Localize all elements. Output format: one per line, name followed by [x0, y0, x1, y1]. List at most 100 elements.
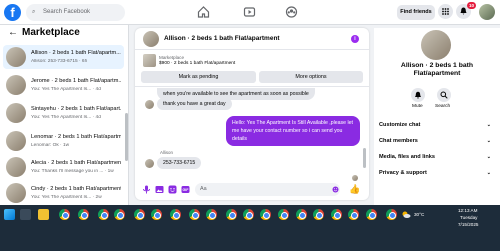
- find-friends-button[interactable]: Find friends: [397, 5, 435, 20]
- video-icon[interactable]: [243, 6, 256, 18]
- outgoing-message: Hello: Yes The Apartment Is Still Availa…: [226, 116, 360, 146]
- chrome-icon[interactable]: [78, 209, 89, 220]
- conversation-item[interactable]: Sintayehu · 2 beds 1 bath Flat/apart... …: [3, 101, 124, 125]
- conversation-preview: You: Yes The Apartment Is... · 2w: [31, 195, 102, 200]
- more-options-button[interactable]: More options: [259, 71, 363, 83]
- listing-thumbnail: [6, 75, 26, 95]
- chrome-icon[interactable]: [170, 209, 181, 220]
- listing-thumbnail: [6, 183, 26, 203]
- media-files-links-row[interactable]: Media, files and links ⌄: [379, 154, 497, 160]
- chrome-icon[interactable]: [114, 209, 125, 220]
- chat-title[interactable]: Allison · 2 beds 1 bath Flat/apartment: [164, 35, 280, 42]
- notification-badge: 10: [467, 2, 477, 9]
- search-input[interactable]: ⌕ Search Facebook: [26, 4, 125, 21]
- contact-avatar[interactable]: [421, 30, 451, 60]
- row-label: Customize chat: [379, 122, 421, 128]
- sender-avatar: [145, 159, 154, 168]
- chrome-icon[interactable]: [206, 209, 217, 220]
- conversation-title: Alecia · 2 beds 1 bath Flat/apartment: [31, 160, 121, 166]
- chevron-down-icon: ⌄: [486, 122, 491, 128]
- info-icon[interactable]: i: [351, 35, 359, 43]
- chrome-icon[interactable]: [243, 209, 254, 220]
- chrome-icon[interactable]: [331, 209, 342, 220]
- chrome-icon[interactable]: [366, 209, 377, 220]
- conversation-preview: You: Yes The Apartment Is... · 4d: [31, 115, 101, 120]
- chrome-icon[interactable]: [151, 209, 162, 220]
- chrome-icon[interactable]: [296, 209, 307, 220]
- groups-icon[interactable]: [285, 6, 298, 18]
- listing-detail[interactable]: $900 · 2 beds 1 bath Flat/apartment: [159, 61, 235, 66]
- chat-scrollbar[interactable]: [363, 148, 366, 168]
- weather-icon[interactable]: [401, 210, 411, 219]
- chrome-icon[interactable]: [386, 209, 397, 220]
- incoming-message: thank you have a great day: [157, 98, 232, 110]
- top-navigation-bar: f ⌕ Search Facebook Find friends 10: [0, 0, 500, 25]
- conversation-item[interactable]: Jerome · 2 beds 1 bath Flat/apartm... Yo…: [3, 73, 124, 97]
- emoji-icon[interactable]: [332, 186, 339, 193]
- search-label: Search: [435, 104, 451, 109]
- sidebar-scrollbar[interactable]: [125, 113, 128, 161]
- chrome-icon[interactable]: [278, 209, 289, 220]
- customize-chat-row[interactable]: Customize chat ⌄: [379, 122, 497, 128]
- conversation-preview: You: Thanks I'll message you in ... · 1w: [31, 169, 114, 174]
- thumbs-up-icon[interactable]: 👍: [349, 184, 360, 195]
- menu-button[interactable]: [438, 4, 453, 19]
- clock-day[interactable]: Tuesday: [460, 215, 477, 220]
- chrome-icon[interactable]: [348, 209, 359, 220]
- listing-thumbnail: [6, 157, 26, 177]
- chrome-icon[interactable]: [134, 209, 145, 220]
- chevron-down-icon: ⌄: [486, 138, 491, 144]
- chrome-icon[interactable]: [226, 209, 237, 220]
- chrome-icon[interactable]: [189, 209, 200, 220]
- conversation-item[interactable]: Allison · 2 beds 1 bath Flat/apartm... A…: [3, 45, 124, 69]
- clock-date[interactable]: 7/15/2025: [458, 222, 478, 227]
- weather-temp[interactable]: 30°C: [414, 212, 424, 217]
- chevron-down-icon: ⌄: [486, 170, 491, 176]
- sender-avatar: [145, 100, 154, 109]
- profile-avatar[interactable]: [479, 4, 495, 20]
- conversation-title: Cindy · 2 beds 1 bath Flat/apartment: [31, 186, 121, 192]
- sticker-icon[interactable]: [168, 185, 177, 194]
- clock-time[interactable]: 12:13 AM: [458, 208, 477, 213]
- row-label: Chat members: [379, 138, 418, 144]
- mute-button[interactable]: [411, 88, 425, 102]
- listing-image[interactable]: [143, 54, 156, 67]
- mark-as-pending-button[interactable]: Mark as pending: [141, 71, 256, 83]
- image-icon[interactable]: [155, 185, 164, 194]
- conversation-title: Jerome · 2 beds 1 bath Flat/apartm...: [31, 78, 121, 84]
- chrome-icon[interactable]: [98, 209, 109, 220]
- search-icon[interactable]: [20, 209, 31, 220]
- listing-thumbnail: [6, 103, 26, 123]
- conversation-title: Sintayehu · 2 beds 1 bath Flat/apart...: [31, 106, 121, 112]
- chrome-icon[interactable]: [59, 209, 70, 220]
- windows-start-icon[interactable]: [4, 209, 15, 220]
- chat-window: Allison · 2 beds 1 bath Flat/apartment i…: [135, 28, 369, 200]
- chat-members-row[interactable]: Chat members ⌄: [379, 138, 497, 144]
- message-input[interactable]: Aa: [195, 183, 340, 196]
- gif-icon[interactable]: GIF: [181, 185, 190, 194]
- chat-header: Allison · 2 beds 1 bath Flat/apartment i: [135, 28, 369, 50]
- conversation-details-panel: Allison · 2 beds 1 bath Flat/apartment M…: [374, 28, 500, 205]
- conversation-preview: You: Yes The Apartment Is... · 4d: [31, 87, 101, 92]
- back-arrow-icon[interactable]: ←: [8, 27, 18, 38]
- facebook-logo[interactable]: f: [4, 4, 21, 21]
- mute-label: Mute: [412, 104, 423, 109]
- search-conversation-button[interactable]: [437, 88, 451, 102]
- message-composer: GIF Aa 👍: [135, 180, 369, 200]
- chrome-icon[interactable]: [313, 209, 324, 220]
- conversation-item[interactable]: Cindy · 2 beds 1 bath Flat/apartment You…: [3, 181, 124, 205]
- search-placeholder: Search Facebook: [43, 9, 91, 15]
- sidebar-title: ← Marketplace: [8, 27, 80, 38]
- conversation-item[interactable]: Alecia · 2 beds 1 bath Flat/apartment Yo…: [3, 155, 124, 179]
- search-icon: [440, 91, 448, 99]
- chrome-icon[interactable]: [260, 209, 271, 220]
- listing-thumbnail: [6, 47, 26, 67]
- chat-avatar[interactable]: [143, 31, 159, 47]
- conversation-item[interactable]: Lenomar · 2 beds 1 bath Flat/apartm... L…: [3, 129, 124, 153]
- sidebar-heading: Marketplace: [22, 27, 80, 38]
- privacy-support-row[interactable]: Privacy & support ⌄: [379, 170, 497, 176]
- listing-thumbnail: [6, 131, 26, 151]
- home-icon[interactable]: [197, 6, 210, 18]
- folder-icon[interactable]: [38, 209, 49, 220]
- microphone-icon[interactable]: [142, 185, 151, 194]
